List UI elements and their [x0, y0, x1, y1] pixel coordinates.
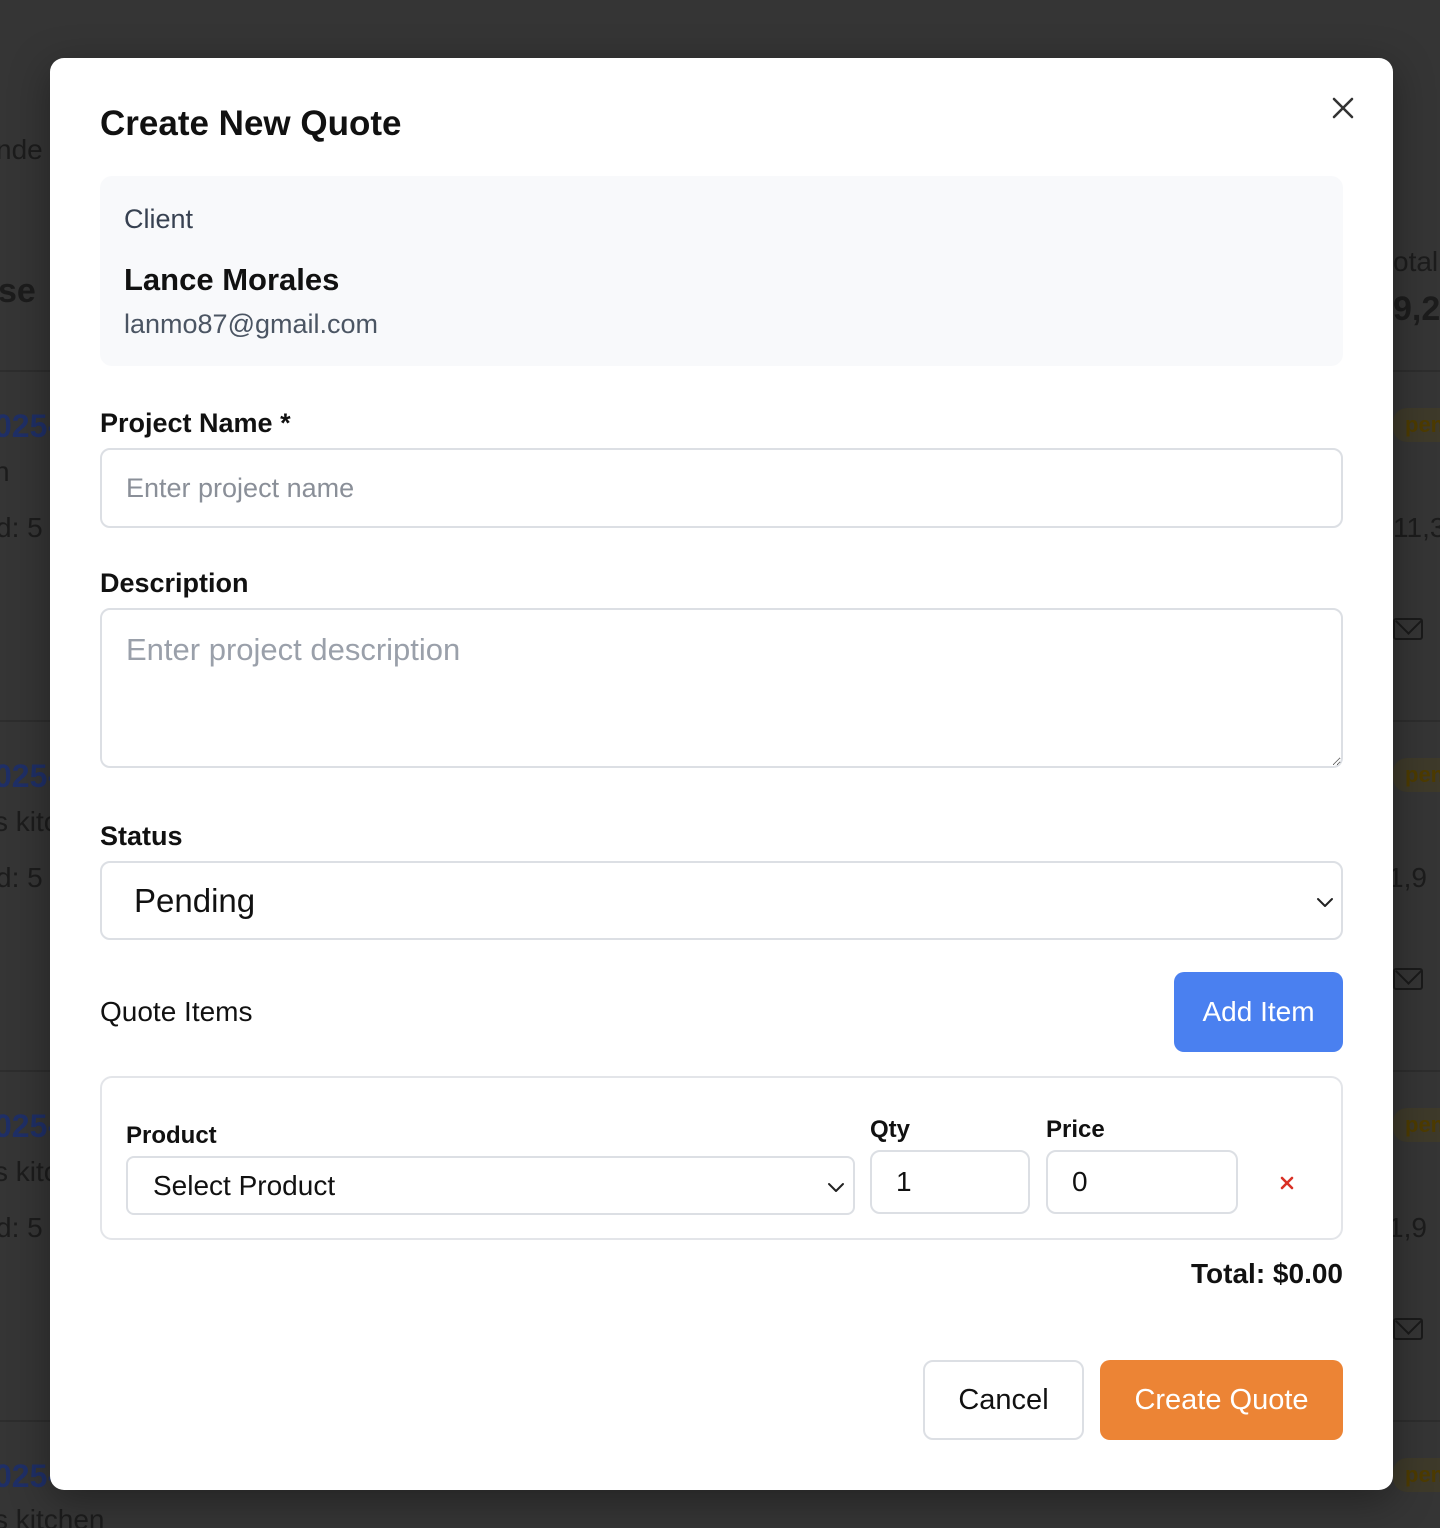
remove-item-button[interactable] — [1272, 1168, 1302, 1198]
status-select[interactable]: Pending — [100, 861, 1343, 940]
bg-text: d: 5 — [0, 1212, 43, 1243]
bg-text: se — [0, 272, 36, 310]
bg-text: 9,2 — [1393, 290, 1440, 328]
bg-text: 11,3 — [1393, 512, 1440, 543]
product-select[interactable]: Select Product — [126, 1156, 855, 1215]
project-name-input[interactable] — [100, 448, 1343, 528]
description-label: Description — [100, 568, 249, 598]
mail-icon — [1393, 618, 1423, 640]
cancel-button[interactable]: Cancel — [923, 1360, 1084, 1440]
client-label: Client — [124, 204, 194, 234]
mail-icon — [1393, 968, 1423, 990]
status-badge: pen — [1393, 758, 1440, 792]
bg-text: 1,9 — [1388, 862, 1427, 893]
status-value: Pending — [134, 882, 256, 919]
client-email: lanmo87@gmail.com — [124, 309, 379, 339]
bg-text: d: 5 — [0, 512, 43, 543]
product-select-value: Select Product — [153, 1170, 336, 1201]
status-badge: pen — [1393, 1108, 1440, 1142]
client-name: Lance Morales — [124, 262, 340, 297]
product-column-label: Product — [126, 1122, 217, 1149]
price-input[interactable] — [1046, 1150, 1238, 1214]
mail-icon — [1393, 1318, 1423, 1340]
status-badge: pen — [1393, 1458, 1440, 1492]
bg-text: d: 5 — [0, 862, 43, 893]
quote-item-row: Product Qty Price Select Product — [100, 1076, 1343, 1240]
create-quote-button[interactable]: Create Quote — [1100, 1360, 1343, 1440]
project-name-label: Project Name * — [100, 408, 291, 438]
bg-text: s kitchen — [0, 1504, 105, 1528]
close-button[interactable] — [1325, 90, 1361, 126]
status-badge: pen — [1393, 408, 1440, 442]
bg-text: otal — [1393, 246, 1439, 277]
modal-title: Create New Quote — [100, 104, 402, 143]
add-item-button[interactable]: Add Item — [1174, 972, 1343, 1052]
bg-text: nde — [0, 134, 43, 165]
description-textarea[interactable] — [100, 608, 1343, 768]
close-icon — [1280, 1176, 1294, 1190]
qty-input[interactable] — [870, 1150, 1030, 1214]
bg-text: 1,9 — [1388, 1212, 1427, 1243]
qty-column-label: Qty — [870, 1116, 911, 1143]
chevron-down-icon — [1317, 898, 1333, 907]
create-quote-modal: Create New Quote Client Lance Morales la… — [50, 58, 1393, 1490]
price-column-label: Price — [1046, 1116, 1105, 1143]
quote-items-title: Quote Items — [100, 996, 253, 1027]
quote-total: Total: $0.00 — [1191, 1258, 1343, 1289]
client-card: Client Lance Morales lanmo87@gmail.com — [100, 176, 1343, 366]
status-label: Status — [100, 821, 183, 851]
bg-text: n — [0, 456, 10, 487]
chevron-down-icon — [828, 1183, 844, 1192]
close-icon — [1332, 97, 1354, 119]
